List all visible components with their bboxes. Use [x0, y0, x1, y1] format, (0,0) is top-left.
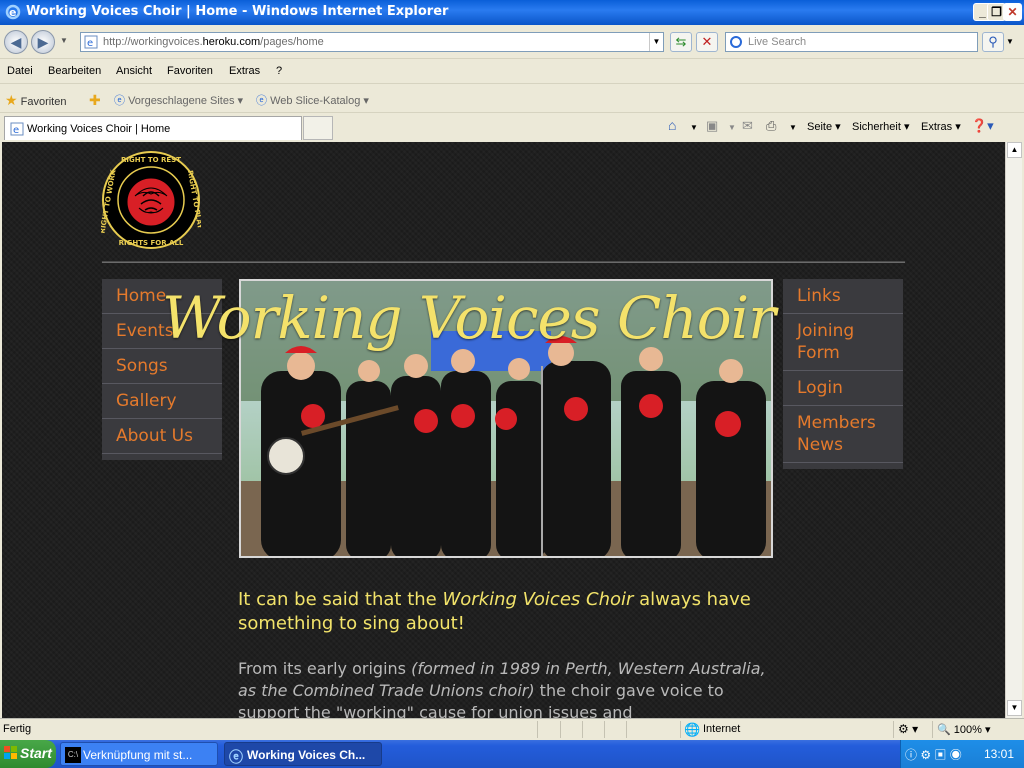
choir-logo[interactable]: RIGHT TO REST RIGHTS FOR ALL RIGHT TO WO… — [101, 150, 201, 250]
search-button[interactable]: ⚲ — [982, 32, 1004, 52]
nav-about-us[interactable]: About Us — [102, 419, 222, 454]
search-options-icon[interactable]: ▼ — [1006, 37, 1014, 46]
intro-text: It can be said that the Working Voices C… — [238, 589, 751, 634]
start-button[interactable]: Start — [0, 740, 56, 768]
suggested-sites-link[interactable]: ⓔ Vorgeschlagene Sites ▾ — [114, 92, 243, 108]
nav-gallery[interactable]: Gallery — [102, 384, 222, 419]
favorites-bar: ★ Favoriten ✚ ⓔ Vorgeschlagene Sites ▾ ⓔ… — [0, 85, 1024, 113]
help-icon[interactable]: ❓▾ — [971, 118, 994, 134]
new-tab-button[interactable] — [303, 116, 333, 140]
forward-button[interactable]: ▶ — [31, 30, 55, 54]
vertical-scrollbar[interactable]: ▲ ▼ — [1005, 142, 1022, 718]
site-title: Working Voices Choir — [162, 284, 776, 352]
logo-text-top: RIGHT TO REST — [121, 156, 181, 164]
menu-file[interactable]: Datei — [7, 65, 33, 77]
menu-tools[interactable]: Extras — [229, 65, 260, 77]
nav-links[interactable]: Links — [783, 279, 903, 314]
mail-icon[interactable]: ✉ — [742, 118, 753, 134]
star-icon: ★ — [5, 92, 18, 108]
history-dropdown-icon[interactable]: ▼ — [60, 36, 68, 45]
menu-edit[interactable]: Bearbeiten — [48, 65, 101, 77]
ie-icon: e — [5, 4, 21, 20]
svg-text:e: e — [9, 6, 16, 19]
add-favorite-icon[interactable]: ✚ — [89, 92, 101, 109]
page-icon: e — [84, 35, 98, 49]
web-slice-link[interactable]: ⓔ Web Slice-Katalog ▾ — [256, 92, 369, 108]
ie-icon: ⓔ — [229, 749, 243, 765]
scroll-down-icon[interactable]: ▼ — [1007, 700, 1022, 716]
close-button[interactable]: ✕ — [1003, 3, 1022, 21]
window-title-bar[interactable]: e Working Voices Choir | Home - Windows … — [0, 0, 1024, 25]
security-menu[interactable]: Sicherheit ▾ — [852, 120, 910, 133]
ie-page-icon: ⓔ — [256, 95, 267, 107]
stop-button[interactable]: ✕ — [696, 32, 718, 52]
nav-songs[interactable]: Songs — [102, 349, 222, 384]
body-text: From its early origins (formed in 1989 i… — [238, 659, 766, 718]
right-navigation: Links Joining Form Login Members News — [783, 279, 903, 469]
zoom-control[interactable]: 🔍 100% ▾ — [937, 723, 990, 736]
zone-text: Internet — [703, 723, 741, 735]
print-icon[interactable]: ⎙ — [766, 118, 776, 134]
print-dropdown-icon[interactable]: ▼ — [789, 123, 797, 132]
clock: 13:01 — [983, 747, 1014, 761]
windows-flag-icon — [4, 746, 17, 759]
nav-members-news[interactable]: Members News — [783, 406, 903, 463]
zoom-icon: 🔍 — [937, 724, 951, 736]
logo-text-bottom: RIGHTS FOR ALL — [119, 239, 184, 247]
tab-label: Working Voices Choir | Home — [27, 123, 171, 135]
start-label: Start — [20, 745, 52, 761]
tab-bar: e Working Voices Choir | Home ⌂ ▼ ▣ ▼ ✉ … — [0, 114, 1024, 142]
address-toolbar: ◀ ▶ ▼ e http://workingvoices.heroku.com/… — [0, 25, 1024, 59]
page-icon: e — [10, 122, 24, 136]
svg-text:e: e — [87, 38, 93, 49]
favorites-button[interactable]: ★ Favoriten — [5, 92, 66, 109]
menu-help[interactable]: ? — [276, 65, 282, 77]
protected-mode-icon[interactable]: ⚙ ▾ — [898, 722, 918, 736]
page-menu[interactable]: Seite ▾ — [807, 120, 841, 133]
window-title: Working Voices Choir | Home - Windows In… — [26, 4, 449, 19]
tools-menu[interactable]: Extras ▾ — [921, 120, 961, 133]
page-content: RIGHT TO REST RIGHTS FOR ALL RIGHT TO WO… — [2, 142, 1005, 718]
cmd-icon: C:\ — [65, 747, 81, 763]
tray-icons[interactable]: ⓘ ⚙ ▣ ◉ — [905, 746, 962, 763]
url-text: http://workingvoices.heroku.com/pages/ho… — [103, 36, 324, 48]
feeds-dropdown-icon[interactable]: ▼ — [728, 123, 736, 132]
search-input[interactable]: Live Search — [725, 32, 978, 52]
scroll-up-icon[interactable]: ▲ — [1007, 142, 1022, 158]
feeds-icon[interactable]: ▣ — [706, 118, 718, 134]
address-dropdown-icon[interactable]: ▼ — [649, 33, 663, 51]
tab-home[interactable]: e Working Voices Choir | Home — [4, 116, 302, 140]
status-bar: Fertig 🌐 Internet ⚙ ▾ 🔍 100% ▾ — [0, 718, 1024, 740]
address-bar[interactable]: e http://workingvoices.heroku.com/pages/… — [80, 32, 664, 52]
menu-bar: Datei Bearbeiten Ansicht Favoriten Extra… — [0, 60, 1024, 84]
menu-favorites[interactable]: Favoriten — [167, 65, 213, 77]
menu-view[interactable]: Ansicht — [116, 65, 152, 77]
globe-icon: 🌐 — [684, 722, 701, 737]
nav-login[interactable]: Login — [783, 371, 903, 406]
live-search-icon — [730, 36, 742, 48]
system-tray: ⓘ ⚙ ▣ ◉ 13:01 — [900, 740, 1024, 768]
svg-text:e: e — [13, 125, 19, 136]
back-button[interactable]: ◀ — [4, 30, 28, 54]
refresh-button[interactable]: ⇆ — [670, 32, 692, 52]
ie-page-icon: ⓔ — [114, 95, 125, 107]
nav-joining-form[interactable]: Joining Form — [783, 314, 903, 371]
home-dropdown-icon[interactable]: ▼ — [690, 123, 698, 132]
status-text: Fertig — [3, 723, 32, 735]
home-icon[interactable]: ⌂ — [668, 117, 676, 133]
header-divider — [102, 261, 905, 263]
taskbar: Start C:\ Verknüpfung mit st... ⓔ Workin… — [0, 740, 1024, 768]
task-shortcut[interactable]: C:\ Verknüpfung mit st... — [60, 742, 218, 766]
task-browser[interactable]: ⓔ Working Voices Ch... — [224, 742, 382, 766]
search-placeholder: Live Search — [748, 36, 807, 48]
